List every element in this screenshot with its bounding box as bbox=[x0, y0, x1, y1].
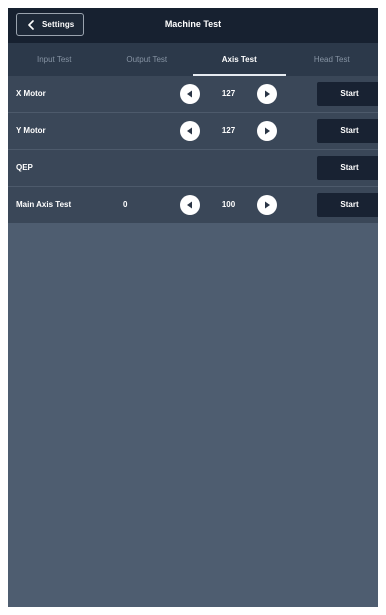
row-label: X Motor bbox=[16, 89, 46, 98]
triangle-right-icon bbox=[265, 127, 270, 135]
tab-input-test[interactable]: Input Test bbox=[8, 43, 101, 76]
row-label: Main Axis Test bbox=[16, 200, 72, 209]
row-label: QEP bbox=[16, 163, 33, 172]
chevron-left-icon bbox=[23, 19, 39, 30]
triangle-right-icon bbox=[265, 90, 270, 98]
row-label: Y Motor bbox=[16, 126, 46, 135]
increment-button[interactable] bbox=[257, 121, 277, 141]
triangle-right-icon bbox=[265, 201, 270, 209]
axis-row-main-axis-test: Main Axis Test 0 100 Start bbox=[8, 187, 378, 223]
decrement-button[interactable] bbox=[180, 195, 200, 215]
triangle-left-icon bbox=[187, 90, 192, 98]
start-button[interactable]: Start bbox=[317, 82, 378, 106]
header-bar: Settings Machine Test bbox=[8, 8, 378, 43]
start-button[interactable]: Start bbox=[317, 156, 378, 180]
increment-button[interactable] bbox=[257, 84, 277, 104]
tab-head-test[interactable]: Head Test bbox=[286, 43, 379, 76]
machine-test-screen: Settings Machine Test Input Test Output … bbox=[8, 8, 378, 607]
increment-button[interactable] bbox=[257, 195, 277, 215]
back-button-label: Settings bbox=[42, 20, 75, 29]
tab-axis-test[interactable]: Axis Test bbox=[193, 43, 286, 76]
decrement-button[interactable] bbox=[180, 121, 200, 141]
start-button[interactable]: Start bbox=[317, 193, 378, 217]
axis-test-list: X Motor 127 Start Y Motor 127 Start QEP … bbox=[8, 76, 378, 223]
axis-row-qep: QEP Start bbox=[8, 150, 378, 187]
back-to-settings-button[interactable]: Settings bbox=[16, 13, 84, 36]
decrement-button[interactable] bbox=[180, 84, 200, 104]
start-button[interactable]: Start bbox=[317, 119, 378, 143]
triangle-left-icon bbox=[187, 127, 192, 135]
tab-output-test[interactable]: Output Test bbox=[101, 43, 194, 76]
tab-bar: Input Test Output Test Axis Test Head Te… bbox=[8, 43, 378, 76]
triangle-left-icon bbox=[187, 201, 192, 209]
axis-row-y-motor: Y Motor 127 Start bbox=[8, 113, 378, 150]
axis-reading: 0 bbox=[123, 200, 128, 209]
value-display: 127 bbox=[221, 126, 236, 135]
axis-row-x-motor: X Motor 127 Start bbox=[8, 76, 378, 113]
value-display: 127 bbox=[221, 89, 236, 98]
value-display: 100 bbox=[221, 200, 236, 209]
